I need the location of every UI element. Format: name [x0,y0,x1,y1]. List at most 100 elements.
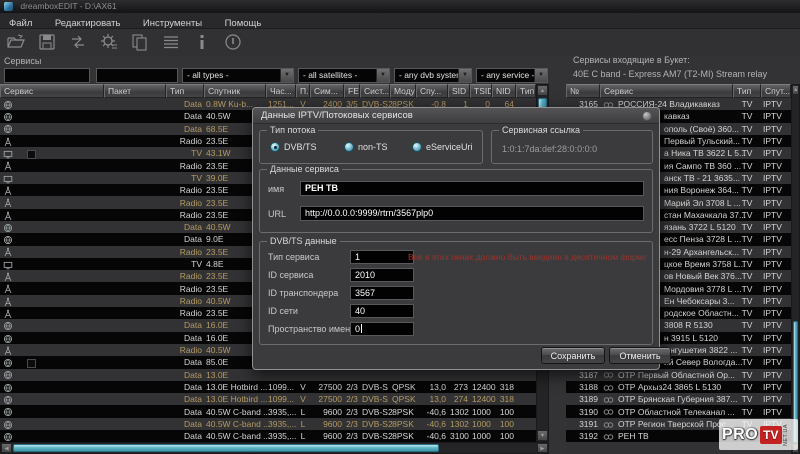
right-column-header[interactable]: Сервис [600,84,733,98]
type-cell: TV [733,283,761,295]
field-input-4[interactable]: 0 [350,322,414,336]
chevron-down-icon[interactable]: ▼ [376,69,389,82]
chevron-down-icon[interactable]: ▼ [458,69,471,82]
field-input-2[interactable]: 3567 [350,286,414,300]
left-column-header[interactable]: Пакет [104,84,166,98]
data-icon [3,370,13,380]
service-cell [0,135,104,147]
left-column-header[interactable]: Моду... [390,84,416,98]
radio-icon[interactable] [412,142,422,152]
service-row[interactable]: Data40.5W C-band ...3935,...L96002/3DVB-… [0,405,536,417]
service-filter-input[interactable] [4,68,90,83]
left-column-header[interactable]: FEC [344,84,360,98]
scroll-down-icon[interactable]: ▼ [537,430,548,441]
left-column-header[interactable]: TSID [470,84,492,98]
type-cell: Data [166,233,204,245]
name-field[interactable]: РЕН ТВ [300,181,644,196]
stream-type-option-non-ts[interactable]: non-TS [344,142,388,152]
chevron-down-icon[interactable]: ▼ [534,69,547,82]
scroll-right-icon[interactable]: ▶ [537,443,548,453]
service-row[interactable]: Data13.0E Hotbird ...1099...V275002/3DVB… [0,393,536,405]
type-cell: TV [733,197,761,209]
url-field[interactable]: http://0.0.0.0:9999/rtrn/3567plp0 [300,206,644,221]
cancel-button[interactable]: Отменить [609,347,671,364]
data-icon [3,432,13,442]
type-cell: Radio [166,270,204,282]
list-icon[interactable] [161,32,181,52]
right-vscrollbar[interactable]: ▲ ▼ [791,84,800,454]
save-button[interactable]: Сохранить [541,347,605,364]
watermark-pro-text: PRO [722,426,758,444]
scroll-up-icon[interactable]: ▲ [537,85,548,96]
type-filter-select[interactable]: - all types - ▼ [182,68,294,83]
field-input-1[interactable]: 2010 [350,268,414,282]
scroll-up-icon[interactable]: ▲ [792,85,799,95]
radio-icon[interactable] [270,142,280,152]
dvb-system-filter-select[interactable]: - any dvb system - ▼ [394,68,472,83]
copy-icon[interactable] [130,32,150,52]
radio-icon[interactable] [344,142,354,152]
tv-icon [3,174,13,184]
open-icon[interactable] [6,32,26,52]
dialog-close-icon[interactable] [642,111,652,121]
field-input-3[interactable]: 40 [350,304,414,318]
bouquet-service-row[interactable]: 3188ОТР Архыз24 3865 L 5130TVIPTV [566,381,791,393]
stream-type-option-eserviceuri[interactable]: eServiceUri [412,142,473,152]
left-column-header[interactable]: П... [296,84,310,98]
left-column-header[interactable]: Спу... [416,84,448,98]
left-column-header[interactable]: Тип [516,84,536,98]
dvb-data-label: DVB/TS данные [267,236,340,246]
service-row[interactable]: Data40.5W C-band ...3935,...L96002/3DVB-… [0,430,536,442]
chevron-down-icon[interactable]: ▼ [280,69,293,82]
satellite-cell: IPTV [761,184,791,196]
polarity-cell: L [296,406,310,418]
field-input-0[interactable]: 1 [350,250,414,264]
bouquet-service-row[interactable]: 3190ОТР Областной Телеканал ...TVIPTV [566,405,791,417]
package-filter-input[interactable] [96,68,178,83]
left-column-header[interactable]: Спутник [204,84,266,98]
right-column-header[interactable]: Спут... [761,84,791,98]
satellite-filter-select[interactable]: - all satellites - ▼ [298,68,390,83]
left-hscroll-thumb[interactable] [13,444,439,452]
left-column-header[interactable]: Сервис [0,84,104,98]
service-icon-cell [600,393,616,405]
left-column-header[interactable]: Сист... [360,84,390,98]
bouquet-service-row[interactable]: 3187ОТР Первый Областной Ор...TVIPTV [566,369,791,381]
right-column-header[interactable]: Тип [733,84,761,98]
dialog-title[interactable]: Данные IPTV/Потоковых сервисов [253,108,659,124]
service-type-filter-select[interactable]: - any service - ▼ [476,68,548,83]
type-cell: Data [166,332,204,344]
type-cell: Data [166,369,204,381]
service-cell [0,332,104,344]
scroll-left-icon[interactable]: ◀ [1,443,12,453]
stream-type-option-dvb-ts[interactable]: DVB/TS [270,142,317,152]
left-hscrollbar[interactable]: ◀ ▶ [0,442,549,454]
field-label: ID транспондера [268,288,338,298]
left-column-header[interactable]: Тип [166,84,204,98]
nid-cell: 100 [492,418,516,430]
right-column-header[interactable]: № [566,84,600,98]
left-column-header[interactable]: Час... [266,84,296,98]
satellite-cell: IPTV [761,197,791,209]
about-icon[interactable] [223,32,243,52]
save-icon[interactable] [37,32,57,52]
left-column-header[interactable]: NID [492,84,516,98]
service-cell [0,406,104,418]
data-icon [3,112,13,122]
service-row[interactable]: Data13.0E Hotbird ...1099...V275002/3DVB… [0,381,536,393]
bouquet-service-row[interactable]: 3189ОТР Брянская Губерния 387...TVIPTV [566,393,791,405]
radio-icon [3,309,13,319]
info-icon[interactable] [192,32,212,52]
position-cell: -40,6 [416,430,448,442]
left-column-header[interactable]: Сим... [310,84,344,98]
modulation-cell: 8PSK [390,406,416,418]
service-row[interactable]: Data13.0E [0,369,536,381]
left-column-header[interactable]: SID [448,84,470,98]
toolbar [0,29,800,56]
bouquet-label: Сервисы входящие в Букет: [573,55,690,65]
transfer-icon[interactable] [68,32,88,52]
settings-icon[interactable] [99,32,119,52]
service-cell [0,393,104,405]
service-row[interactable]: Data40.5W C-band ...3935,...L96002/3DVB-… [0,418,536,430]
data-icon [3,334,13,344]
